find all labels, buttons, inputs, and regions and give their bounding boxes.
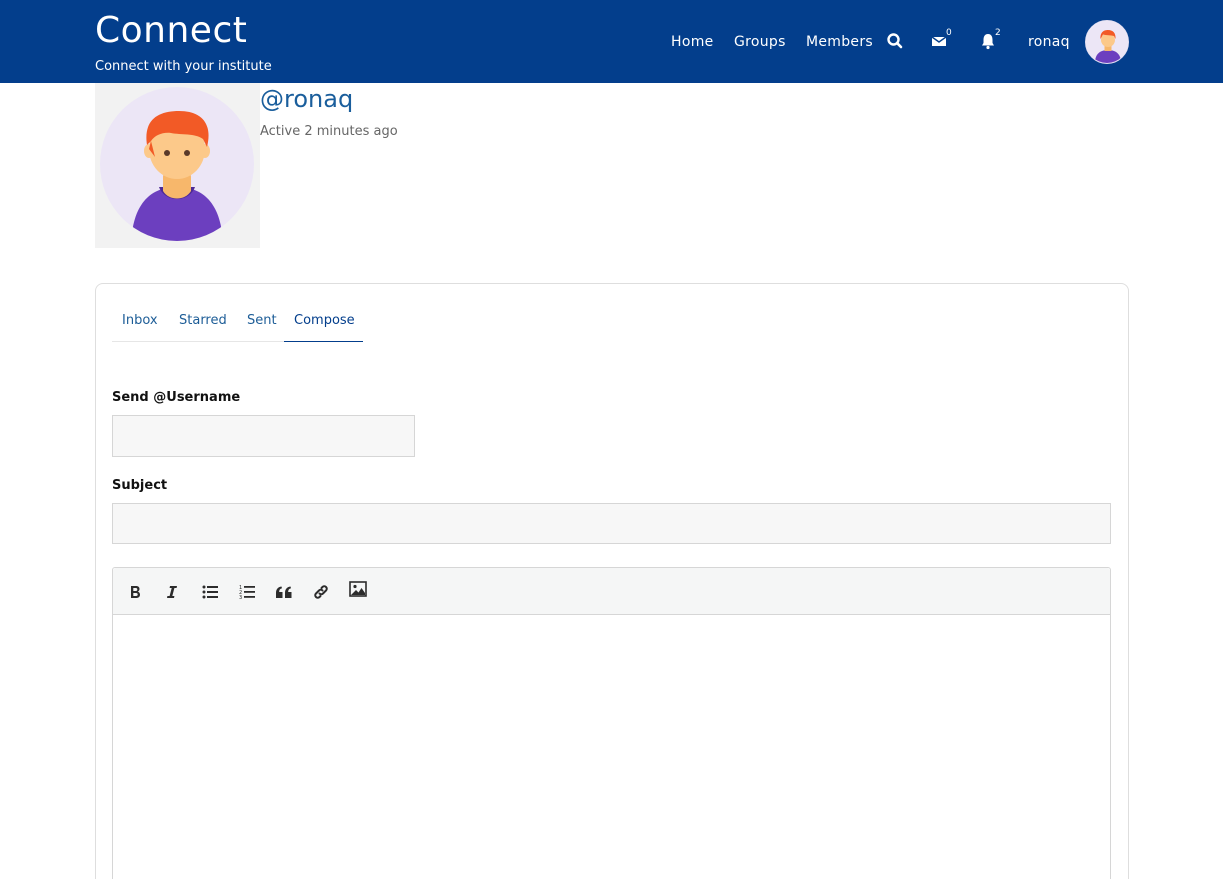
message-editor: 123	[112, 567, 1111, 879]
brand[interactable]: Connect Connect with your institute	[95, 8, 272, 75]
messages-panel: Inbox Starred Sent Compose Send @Usernam…	[95, 283, 1129, 879]
nav-groups-link[interactable]: Groups	[734, 30, 786, 54]
tab-compose[interactable]: Compose	[284, 306, 363, 342]
image-icon[interactable]	[344, 576, 372, 602]
notifications-button[interactable]: 2	[979, 28, 1001, 52]
italic-icon[interactable]	[158, 579, 186, 605]
tab-starred[interactable]: Starred	[169, 306, 237, 342]
messages-count-badge: 0	[946, 28, 952, 38]
username-input[interactable]	[112, 415, 415, 457]
bullet-list-icon[interactable]	[196, 579, 224, 605]
top-navbar: Connect Connect with your institute Home…	[0, 0, 1223, 83]
profile-handle[interactable]: @ronaq	[260, 84, 353, 114]
bold-icon[interactable]	[121, 579, 149, 605]
messages-button[interactable]: 0	[930, 28, 952, 52]
brand-title[interactable]: Connect	[95, 8, 272, 54]
search-icon[interactable]	[886, 32, 906, 52]
tab-inbox[interactable]: Inbox	[112, 306, 168, 342]
nav-home-link[interactable]: Home	[671, 30, 714, 54]
brand-subtitle: Connect with your institute	[95, 59, 272, 74]
subject-label: Subject	[112, 478, 168, 493]
link-icon[interactable]	[307, 579, 335, 605]
numbered-list-icon[interactable]: 123	[233, 579, 261, 605]
message-tabs: Inbox Starred Sent Compose	[112, 306, 1112, 342]
quote-icon[interactable]	[270, 579, 298, 605]
user-avatar[interactable]	[1085, 20, 1129, 64]
message-body-textarea[interactable]	[113, 616, 1110, 879]
username-label: Send @Username	[112, 390, 241, 405]
nav-members-link[interactable]: Members	[806, 30, 873, 54]
subject-input[interactable]	[112, 503, 1111, 544]
profile-photo	[95, 83, 260, 248]
nav-username[interactable]: ronaq	[1028, 30, 1070, 54]
editor-toolbar: 123	[113, 568, 1110, 615]
svg-text:3: 3	[239, 595, 242, 600]
tab-sent[interactable]: Sent	[237, 306, 287, 342]
notifications-count-badge: 2	[995, 28, 1001, 38]
last-active-status: Active 2 minutes ago	[260, 124, 398, 139]
